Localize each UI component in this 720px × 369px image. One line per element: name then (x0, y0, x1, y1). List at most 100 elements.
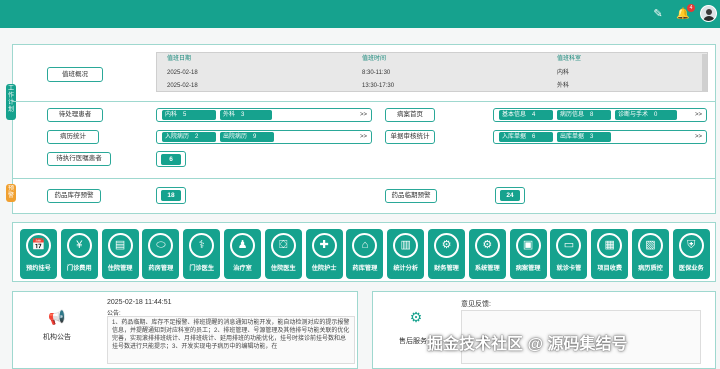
module-label: 药库管理 (352, 265, 378, 272)
module-tile[interactable]: ▦ 项目收费 (591, 229, 629, 279)
feedback-label: 意见反馈: (461, 301, 491, 308)
module-label: 统计分析 (393, 265, 419, 272)
module-label: 财务管理 (434, 265, 459, 272)
records-item-label: 基本信息 (502, 112, 527, 118)
pending-item-internal[interactable]: 内科 5 (162, 110, 216, 120)
module-tile[interactable]: ⛨ 医保业务 (672, 229, 710, 279)
stock-alert-count[interactable]: 18 (161, 190, 181, 201)
module-tile[interactable]: ▣ 病案管理 (509, 229, 547, 279)
module-label: 病案管理 (515, 265, 541, 272)
expiry-alert-box: 24 (495, 187, 525, 204)
watermark: 掘金技术社区 @ 源码集结号 (427, 336, 628, 353)
more-link[interactable]: >> (695, 131, 702, 143)
module-tile[interactable]: ▧ 病历质控 (632, 229, 669, 279)
module-tile[interactable]: ⚕ 门诊医生 (183, 229, 221, 279)
audit-stats-row: 入库单据 6 出库单据 3 >> (493, 130, 707, 144)
audit-stats-label: 单据审核统计 (385, 130, 435, 144)
module-label: 预约挂号 (26, 265, 51, 272)
module-label: 系统管理 (474, 265, 500, 272)
more-link[interactable]: >> (695, 109, 702, 121)
duty-header-dept: 值班科室 (557, 56, 582, 62)
audit-item-inbound[interactable]: 入库单据 6 (499, 132, 553, 142)
duty-cell: 13:30-17:30 (362, 83, 395, 89)
module-tile[interactable]: 📅 预约挂号 (20, 229, 57, 279)
case-item-count: 9 (253, 134, 257, 140)
top-bar: ✎ 🔔 4 (0, 0, 720, 28)
yen-icon: ¥ (66, 233, 92, 258)
module-tile[interactable]: ▭ 就诊卡管 (550, 229, 588, 279)
pending-orders-count[interactable]: 6 (161, 154, 181, 165)
records-item-label: 诊断与手术 (618, 112, 649, 118)
more-link[interactable]: >> (360, 131, 367, 143)
case-stats-row: 入院病历 2 出院病历 9 >> (156, 130, 372, 144)
records-item-label: 病历信息 (560, 112, 585, 118)
more-link[interactable]: >> (360, 109, 367, 121)
announcement-title: 机构公告 (43, 334, 71, 341)
expiry-alert-label: 药品临期预警 (385, 189, 437, 203)
stock-alert-label: 药品库存预警 (47, 189, 101, 203)
case-stats-label: 病历统计 (47, 130, 99, 144)
bed-icon: ⛋ (270, 233, 296, 258)
module-label: 药房管理 (148, 265, 174, 272)
module-label: 就诊卡管 (556, 265, 582, 272)
duty-scrollbar[interactable] (702, 54, 707, 92)
duty-cell: 2025-02-18 (167, 70, 198, 76)
case-item-admission[interactable]: 入院病历 2 (162, 132, 216, 142)
records-home-row: 基本信息 4 病历信息 8 诊断与手术 0 >> (493, 108, 707, 122)
announcement-time: 2025-02-18 11:44:51 (107, 299, 172, 306)
audit-item-label: 入库单据 (502, 134, 527, 140)
record-icon: ▧ (638, 233, 663, 258)
duty-cell: 2025-02-18 (167, 83, 198, 89)
module-label: 住院医生 (270, 265, 296, 272)
duty-table: 值班日期 值班时间 值班科室 2025-02-18 8:30-11:30 内科 … (156, 52, 708, 92)
avatar[interactable] (700, 5, 717, 22)
settings-icon: ⚙ (474, 233, 500, 258)
module-tile[interactable]: ⚙ 财务管理 (428, 229, 465, 279)
doctor-icon: ⚕ (189, 233, 215, 258)
alert-tag: 预警 (6, 184, 16, 202)
pending-item-label: 内科 (165, 112, 178, 118)
audit-item-label: 出库单据 (560, 134, 585, 140)
module-tile[interactable]: ⚙ 系统管理 (468, 229, 506, 279)
module-grid: 📅 预约挂号 ¥ 门诊费用 ▤ 住院管理 ⬭ 药房管理 ⚕ 门诊医生 ♟ 治疗室 ⛋ 住院医生 ✚ 住院护士 ⌂… (12, 222, 716, 282)
case-item-label: 出院病历 (223, 134, 248, 140)
divider (12, 178, 716, 179)
module-tile[interactable]: ♟ 治疗室 (224, 229, 261, 279)
module-tile[interactable]: ▤ 住院管理 (101, 229, 139, 279)
module-tile[interactable]: ⛋ 住院医生 (264, 229, 302, 279)
records-item-diagnosis[interactable]: 诊断与手术 0 (615, 110, 677, 120)
case-item-discharge[interactable]: 出院病历 9 (220, 132, 274, 142)
module-tile[interactable]: ✚ 住院护士 (305, 229, 343, 279)
module-label: 医保业务 (678, 265, 704, 272)
module-tile[interactable]: ⬭ 药房管理 (142, 229, 180, 279)
chart-icon: ▥ (393, 233, 419, 258)
module-tile[interactable]: ¥ 门诊费用 (60, 229, 98, 279)
feedback-title: 售后服务 (399, 338, 427, 345)
module-tile[interactable]: ▥ 统计分析 (387, 229, 425, 279)
pending-item-count: 3 (241, 112, 245, 118)
pending-item-label: 外科 (223, 112, 236, 118)
invoice-icon: ▦ (597, 233, 623, 258)
module-label: 住院护士 (311, 265, 337, 272)
records-item-count: 0 (654, 112, 658, 118)
records-item-basic[interactable]: 基本信息 4 (499, 110, 553, 120)
module-tile[interactable]: ⌂ 药库管理 (346, 229, 384, 279)
expiry-alert-count[interactable]: 24 (500, 190, 520, 201)
audit-item-count: 3 (590, 134, 594, 140)
pencil-icon[interactable]: ✎ (651, 7, 665, 21)
module-label: 门诊费用 (66, 265, 92, 272)
announcement-body: 1、药品临期、库存不足报警、排班提醒的消息通知功能开发，能自动检测对应的提示报警… (107, 316, 355, 364)
pending-orders-box: 6 (156, 151, 186, 167)
pending-item-surgery[interactable]: 外科 3 (220, 110, 272, 120)
module-label: 住院管理 (107, 265, 133, 272)
duty-cell: 8:30-11:30 (362, 70, 391, 76)
finance-icon: ⚙ (434, 233, 459, 258)
megaphone-icon: 📢 (48, 309, 66, 325)
document-icon: ▤ (107, 233, 133, 258)
duty-header-date: 值班日期 (167, 56, 192, 62)
pending-patients-row: 内科 5 外科 3 >> (156, 108, 372, 122)
pending-patients-label: 待处理患者 (47, 108, 103, 122)
audit-item-outbound[interactable]: 出库单据 3 (557, 132, 611, 142)
insurance-icon: ⛨ (678, 233, 704, 258)
records-item-case[interactable]: 病历信息 8 (557, 110, 611, 120)
